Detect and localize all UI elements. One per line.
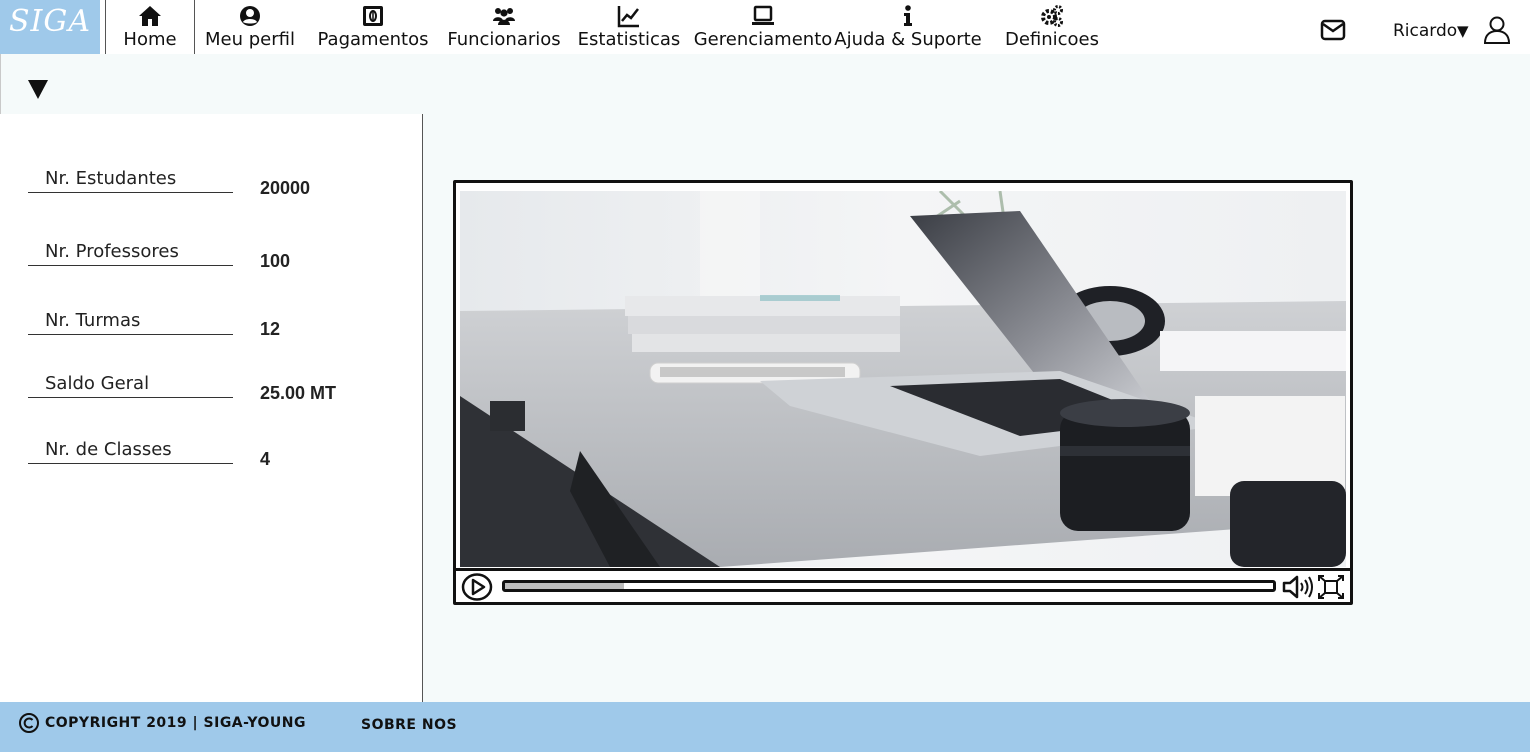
nav-item-label: Estatisticas [577, 29, 681, 50]
info-icon [904, 5, 912, 26]
fullscreen-icon[interactable] [1317, 574, 1345, 600]
nav-item-pagamentos[interactable]: Pagamentos [317, 4, 429, 52]
video-player[interactable] [453, 180, 1353, 605]
nav-item-definicoes[interactable]: Definicoes [1002, 4, 1102, 52]
stat-label-estudantes: Nr. Estudantes [28, 166, 233, 193]
stat-value-classes: 4 [260, 449, 271, 469]
nav-item-label: Funcionarios [447, 29, 561, 50]
footer: COPYRIGHT 2019 | SIGA-YOUNG SOBRE NOS [0, 702, 1530, 752]
nav-item-gerenciamento[interactable]: Gerenciamento [694, 4, 832, 52]
stat-label-professores: Nr. Professores [28, 239, 233, 266]
user-menu-caret-icon[interactable]: ▼ [1457, 22, 1469, 40]
user-name[interactable]: Ricardo [1393, 19, 1457, 43]
about-link[interactable]: SOBRE NOS [361, 717, 457, 733]
gears-icon [1041, 5, 1063, 27]
stats-panel: Nr. Estudantes 20000 Nr. Professores 100… [0, 114, 423, 702]
stat-value-turmas: 12 [260, 319, 281, 339]
copyright-icon [19, 713, 39, 733]
stat-label-classes: Nr. de Classes [28, 437, 233, 464]
video-control-divider [456, 568, 1350, 571]
nav-item-meu-perfil[interactable]: Meu perfil [200, 4, 300, 52]
video-progress-bar[interactable] [502, 580, 1276, 592]
home-icon [139, 6, 161, 26]
user-circle-icon [240, 6, 260, 26]
top-navbar: SIGA Home Meu perfil Pagamentos Funciona… [0, 0, 1530, 54]
stat-value-estudantes: 20000 [260, 178, 311, 198]
users-icon [493, 8, 515, 25]
nav-item-estatisticas[interactable]: Estatisticas [574, 4, 684, 52]
app-logo[interactable]: SIGA [0, 0, 100, 54]
copyright-text: COPYRIGHT 2019 | SIGA-YOUNG [45, 715, 307, 731]
caret-down-icon[interactable] [27, 78, 49, 100]
video-thumbnail[interactable] [460, 191, 1346, 567]
nav-divider [194, 0, 195, 54]
nav-item-label: Meu perfil [205, 29, 295, 50]
video-progress-fill [505, 583, 625, 589]
nav-item-ajuda-suporte[interactable]: Ajuda & Suporte [834, 4, 982, 52]
nav-item-home[interactable]: Home [106, 4, 194, 52]
laptop-icon [752, 5, 774, 25]
nav-item-label: Gerenciamento [693, 29, 833, 50]
stat-value-saldo: 25.00 MT [260, 383, 337, 403]
money-bill-icon [363, 6, 383, 26]
mail-icon[interactable] [1320, 17, 1346, 43]
play-icon[interactable] [461, 572, 493, 602]
stat-label-saldo: Saldo Geral [28, 371, 233, 398]
user-icon[interactable] [1482, 15, 1512, 45]
panel-toggle-bar [0, 54, 423, 115]
nav-item-label: Pagamentos [317, 29, 429, 50]
nav-item-label: Ajuda & Suporte [834, 29, 982, 50]
volume-icon[interactable] [1282, 574, 1314, 600]
nav-item-funcionarios[interactable]: Funcionarios [446, 4, 562, 52]
nav-item-label: Definicoes [1004, 29, 1100, 50]
stat-label-turmas: Nr. Turmas [28, 308, 233, 335]
nav-item-label: Home [123, 29, 177, 50]
stat-value-professores: 100 [260, 251, 291, 271]
line-chart-icon [617, 6, 639, 28]
